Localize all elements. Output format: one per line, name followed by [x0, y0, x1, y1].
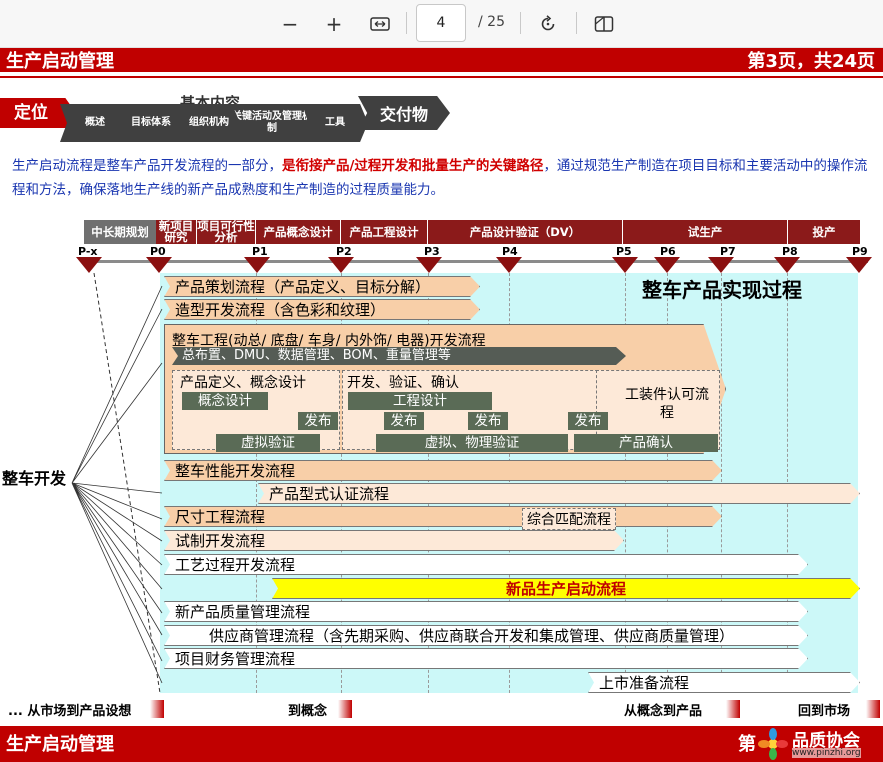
timeline-axis — [86, 260, 868, 263]
fit-width-icon[interactable] — [366, 10, 394, 38]
product-planning-flow: 产品策划流程（产品定义、目标分解） — [164, 276, 480, 297]
bottom-phase-back-to-market: 回到市场 — [798, 704, 851, 719]
concept-design-label: 概念设计 — [182, 392, 268, 410]
tooling-approval-label: 工装件认可流程 — [625, 387, 709, 421]
milestone-marker — [328, 257, 354, 273]
phase-feasibility: 项目可行性分析 — [197, 219, 255, 244]
nav-chevron-tools: 工具 — [302, 104, 368, 142]
section-title: 整车产品实现过程 — [642, 278, 802, 302]
layout-management-bar: 总布置、DMU、数据管理、BOM、重量管理等 — [172, 347, 626, 365]
slide-footer-bar: 生产启动管理 第 — [0, 726, 883, 762]
zoom-in-label: + — [325, 12, 343, 36]
phase-strip-gradient — [338, 700, 352, 718]
concept-box-label: 产品定义、概念设计 — [180, 375, 306, 391]
release-label: 发布 — [298, 412, 338, 430]
milestone-marker — [416, 257, 442, 273]
release-label: 发布 — [468, 412, 508, 430]
intro-highlight: 是衔接产品/过程开发和批量生产的关键路径 — [282, 158, 544, 174]
nav-chevron-goals: 目标体系 — [116, 104, 186, 142]
watermark-logo-icon — [758, 728, 788, 760]
phase-trial-production: 试生产 — [623, 220, 787, 244]
development-box-label: 开发、验证、确认 — [347, 375, 459, 391]
watermark: 品质协会 www.pinzhi.org — [758, 726, 883, 762]
phase-strip-gradient — [726, 700, 740, 718]
slide-header-bar: 生产启动管理 第3页，共24页 — [0, 48, 883, 72]
toolbar-separator — [576, 12, 577, 34]
engineering-design-label: 工程设计 — [348, 392, 492, 410]
phase-design-validation: 产品设计验证（DV） — [428, 220, 622, 244]
phase-long-term-planning: 中长期规划 — [84, 220, 156, 244]
two-page-icon[interactable] — [590, 10, 618, 38]
intro-paragraph: 生产启动流程是整车产品开发流程的一部分，是衔接产品/过程开发和批量生产的关键路径… — [12, 154, 877, 202]
milestone-marker — [654, 257, 680, 273]
performance-flow: 整车性能开发流程 — [164, 460, 722, 481]
footer-title: 生产启动管理 — [6, 734, 114, 755]
bracket-lines — [71, 273, 163, 693]
integrated-matching-label: 综合匹配流程 — [522, 508, 616, 530]
slide-page: 生产启动管理 第3页，共24页 定位 基本内容 概述 目标体系 组织机构 关键活… — [0, 48, 883, 762]
bottom-phase-concept-to-product: 从概念到产品 — [624, 704, 703, 719]
vehicle-development-label: 整车开发 — [2, 469, 67, 488]
phase-strip-gradient — [150, 700, 164, 718]
slide-header-title: 生产启动管理 — [6, 51, 114, 72]
zoom-in-icon[interactable]: + — [320, 10, 348, 38]
nav-chevron-organization: 组织机构 — [174, 104, 244, 142]
nav-chevron-key-activities: 关键活动及管理机制 — [232, 104, 312, 142]
release-label: 发布 — [568, 412, 608, 430]
dimension-engineering-label: 尺寸工程流程 — [175, 508, 266, 526]
zoom-out-label: − — [281, 12, 299, 36]
bottom-phase-to-concept: 到概念 — [288, 704, 328, 719]
phase-concept-design: 产品概念设计 — [256, 220, 340, 244]
milestone-marker — [244, 257, 270, 273]
milestone-marker — [708, 257, 734, 273]
milestone-marker — [76, 257, 102, 273]
phase-engineering-design: 产品工程设计 — [341, 220, 427, 244]
deliverables-tag: 交付物 — [358, 96, 450, 130]
milestone-marker — [846, 257, 872, 273]
page-total-label: / 25 — [478, 14, 505, 30]
footer-page: 第 — [738, 734, 756, 755]
milestone-marker — [612, 257, 638, 273]
phase-new-project-research: 新项目研究 — [156, 220, 196, 244]
virtual-physical-validation-label: 虚拟、物理验证 — [376, 434, 568, 452]
market-preparation-flow: 上市准备流程 — [588, 672, 860, 693]
toolbar-separator — [406, 12, 407, 34]
page-number-input[interactable]: 4 — [416, 4, 466, 42]
intro-text-1: 生产启动流程是整车产品开发流程的一部分， — [12, 158, 282, 174]
zoom-out-icon[interactable]: − — [276, 10, 304, 38]
quality-management-flow: 新产品质量管理流程 — [164, 601, 808, 622]
process-development-flow: 工艺过程开发流程 — [164, 554, 808, 575]
styling-flow: 造型开发流程（含色彩和纹理） — [164, 299, 480, 320]
dimension-engineering-flow: 尺寸工程流程 — [164, 506, 722, 527]
milestone-marker — [774, 257, 800, 273]
phase-strip-gradient — [866, 700, 880, 718]
header-divider — [0, 76, 883, 78]
release-label: 发布 — [384, 412, 424, 430]
slide-header-page: 第3页，共24页 — [747, 51, 875, 72]
product-confirmation-label: 产品确认 — [574, 434, 718, 452]
viewer-toolbar: − + 4 / 25 — [0, 0, 883, 48]
type-approval-flow: 产品型式认证流程 — [258, 483, 860, 504]
milestone-marker — [496, 257, 522, 273]
phase-launch: 投产 — [788, 220, 860, 244]
prototype-development-flow: 试制开发流程 — [164, 530, 624, 551]
watermark-url: www.pinzhi.org — [792, 748, 861, 758]
virtual-validation-label: 虚拟验证 — [216, 434, 320, 452]
supplier-management-flow: 供应商管理流程（含先期采购、供应商联合开发和集成管理、供应商质量管理） — [164, 625, 808, 646]
rotate-icon[interactable] — [534, 10, 562, 38]
toolbar-separator — [520, 12, 521, 34]
milestone-marker — [146, 257, 172, 273]
project-finance-flow: 项目财务管理流程 — [164, 648, 808, 669]
bottom-phase-market-to-idea: ... 从市场到产品设想 — [8, 704, 132, 719]
production-launch-flow: 新品生产启动流程 — [272, 578, 860, 599]
